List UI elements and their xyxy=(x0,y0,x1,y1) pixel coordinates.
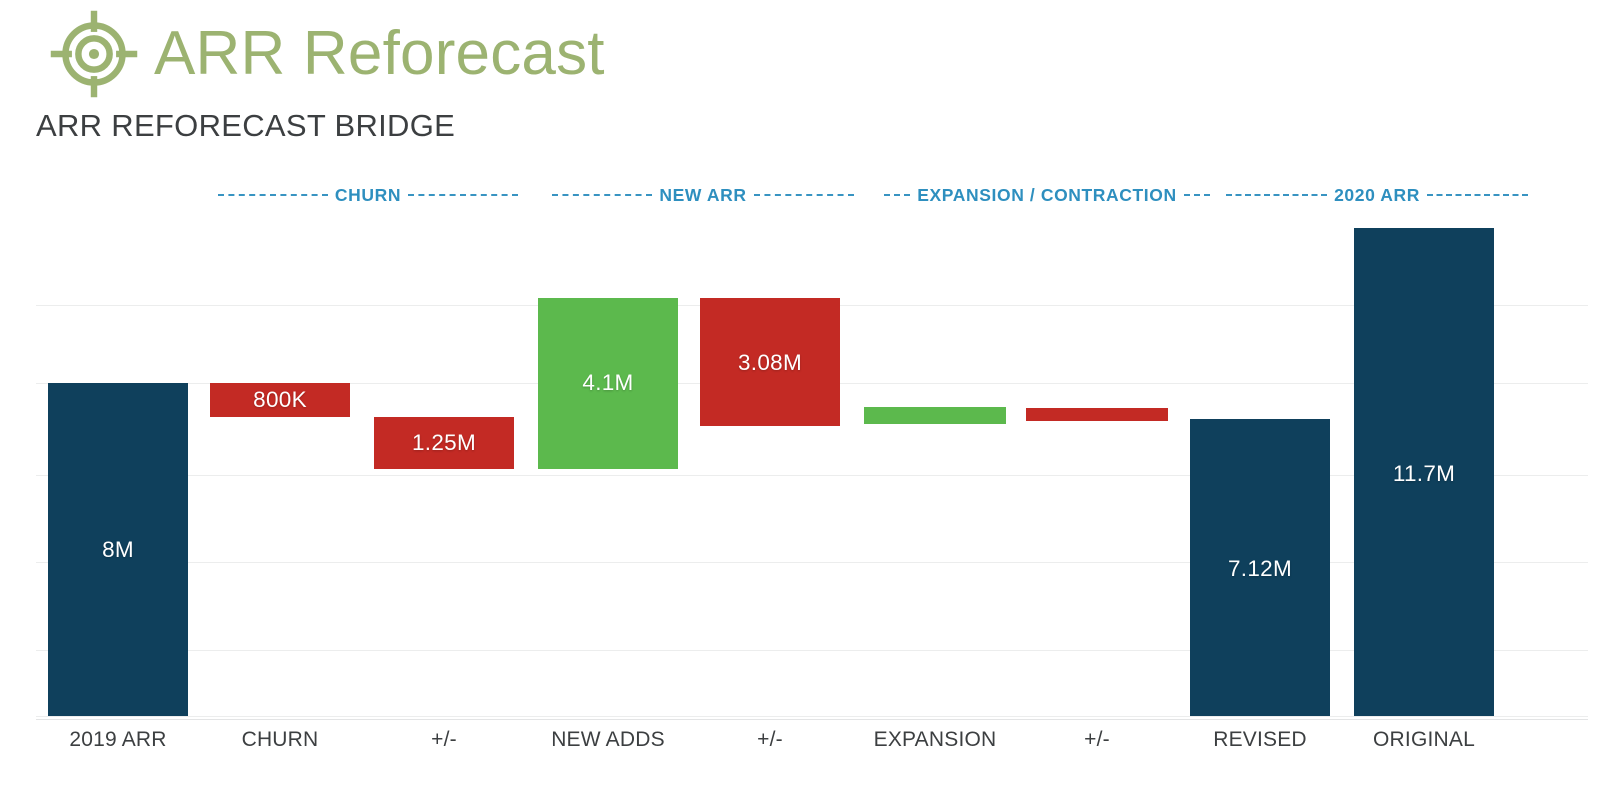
bar-value-label: 11.7M xyxy=(1392,461,1456,486)
target-crosshair-icon xyxy=(50,10,138,98)
bar-value-label: 8M xyxy=(102,537,134,562)
waterfall-chart-plot: 8M 800K 1.25M 4.1M 3.08M 7.12M 11.7M xyxy=(0,210,1612,720)
bar-value-label: 800K xyxy=(253,387,307,412)
section-dash-left xyxy=(884,194,911,196)
section-dash-right xyxy=(1426,194,1529,196)
page-subtitle: ARR REFORECAST BRIDGE xyxy=(36,108,456,143)
section-header-band: CHURN NEW ARR EXPANSION / CONTRACTION 2020 … xyxy=(0,182,1612,208)
section-header-label: NEW ARR xyxy=(659,184,747,205)
section-dash-left xyxy=(218,194,328,196)
bar-value-label: 4.1M xyxy=(582,370,634,395)
bar--4[interactable]: 3.08M xyxy=(700,298,840,426)
x-axis-labels: 2019 ARR CHURN +/- NEW ADDS +/- EXPANSION +/- R… xyxy=(0,722,1612,768)
section-dash-right xyxy=(408,194,519,196)
section-dash-left xyxy=(552,194,653,196)
section-header-expansion-contraction: EXPANSION / CONTRACTION xyxy=(884,182,1210,208)
slide-canvas: ARR Reforecast ARR REFORECAST BRIDGE CHU… xyxy=(0,0,1612,790)
bar-churn-1[interactable]: 800K xyxy=(210,383,350,417)
app-title: ARR Reforecast xyxy=(154,19,605,88)
section-header-label: CHURN xyxy=(334,184,402,205)
section-dash-left xyxy=(1226,194,1328,196)
section-header-churn: CHURN xyxy=(218,182,519,208)
x-axis-tick-1: CHURN xyxy=(241,728,319,751)
x-axis-tick-0: 2019 ARR xyxy=(69,728,167,751)
x-axis-tick-3: NEW ADDS xyxy=(551,728,665,751)
section-header-label: EXPANSION / CONTRACTION xyxy=(917,184,1177,205)
section-header-label: 2020 ARR xyxy=(1334,184,1420,205)
x-axis-tick-7: REVISED xyxy=(1213,728,1307,751)
x-axis-tick-4: +/- xyxy=(757,728,783,751)
brand-row: ARR Reforecast xyxy=(48,8,605,100)
x-axis-tick-2: +/- xyxy=(431,728,457,751)
x-axis-tick-8: ORIGINAL xyxy=(1373,728,1475,751)
bar-value-label: 1.25M xyxy=(411,430,477,455)
section-header-new-arr: NEW ARR xyxy=(552,182,854,208)
bar-new-adds-3[interactable]: 4.1M xyxy=(538,298,678,469)
bar-2019-arr-0[interactable]: 8M xyxy=(48,383,188,716)
x-axis-tick-5: EXPANSION xyxy=(873,728,997,751)
section-dash-right xyxy=(1183,194,1210,196)
axis-baseline xyxy=(36,719,1588,720)
slide-header: ARR Reforecast ARR REFORECAST BRIDGE xyxy=(0,0,1612,160)
bar-original-8[interactable]: 11.7M xyxy=(1354,228,1494,716)
bar-value-label: 7.12M xyxy=(1227,556,1293,581)
bar-revised-7[interactable]: 7.12M xyxy=(1190,419,1330,716)
gridline-5 xyxy=(36,716,1588,717)
section-dash-right xyxy=(753,194,854,196)
x-axis-tick-6: +/- xyxy=(1084,728,1110,751)
bar--2[interactable]: 1.25M xyxy=(374,417,514,469)
bar-expansion-5[interactable] xyxy=(864,407,1006,424)
bar-value-label: 3.08M xyxy=(737,350,803,375)
section-header-2020-arr: 2020 ARR xyxy=(1226,182,1529,208)
bar--6[interactable] xyxy=(1026,408,1168,421)
